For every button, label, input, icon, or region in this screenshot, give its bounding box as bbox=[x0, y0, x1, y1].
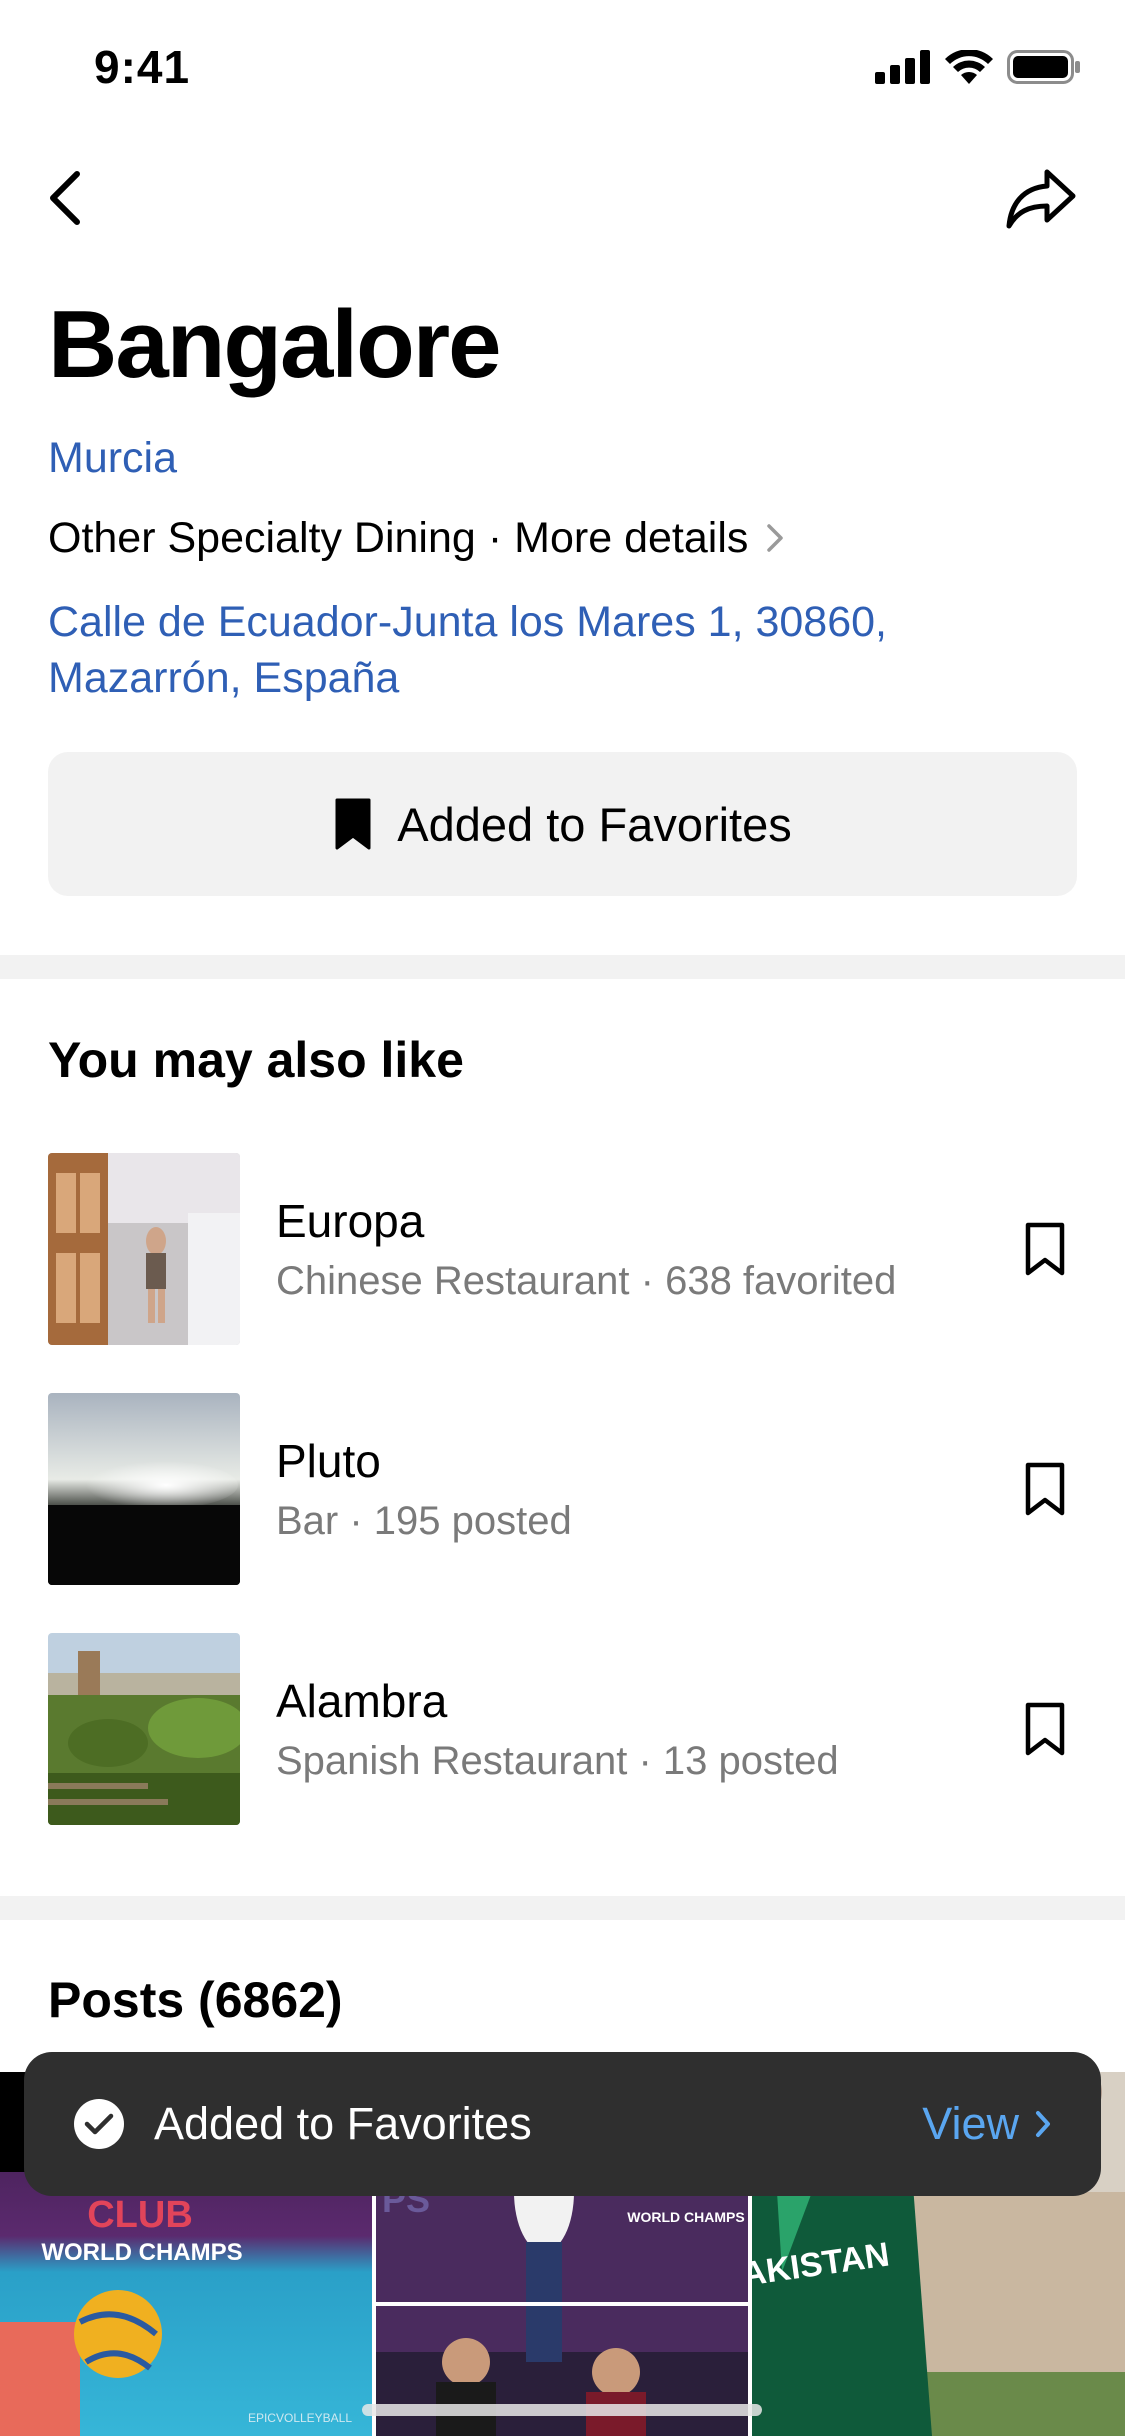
bookmark-button[interactable] bbox=[1005, 1689, 1085, 1769]
place-category-row[interactable]: Other Specialty Dining · More details bbox=[48, 512, 784, 564]
chevron-left-icon bbox=[50, 171, 80, 225]
bookmark-outline-icon bbox=[1025, 1222, 1065, 1276]
status-bar: 9:41 bbox=[0, 0, 1125, 140]
bookmark-outline-icon bbox=[1025, 1462, 1065, 1516]
bookmark-button[interactable] bbox=[1005, 1449, 1085, 1529]
favorite-button-label: Added to Favorites bbox=[397, 797, 792, 851]
battery-icon bbox=[1007, 50, 1080, 84]
suggestion-name: Pluto bbox=[276, 1435, 381, 1487]
section-divider bbox=[0, 1896, 1125, 1920]
place-category: Other Specialty Dining bbox=[48, 514, 476, 562]
status-icons bbox=[875, 50, 1081, 84]
suggestion-thumbnail bbox=[48, 1633, 240, 1825]
place-address-link[interactable]: Calle de Ecuador-Junta los Mares 1, 3086… bbox=[48, 594, 1048, 706]
bookmark-outline-icon bbox=[1025, 1702, 1065, 1756]
suggestions-title: You may also like bbox=[48, 1032, 464, 1088]
chevron-right-icon bbox=[1036, 2111, 1050, 2137]
post-text: WORLD CHAMPS bbox=[627, 2209, 744, 2225]
home-indicator[interactable] bbox=[362, 2404, 762, 2416]
chevron-right-icon bbox=[766, 523, 784, 553]
post-text: WORLD CHAMPS bbox=[41, 2239, 242, 2266]
favorite-button[interactable]: Added to Favorites bbox=[48, 752, 1077, 896]
separator: · bbox=[487, 514, 503, 562]
place-title: Bangalore bbox=[48, 291, 501, 398]
back-button[interactable] bbox=[40, 165, 90, 231]
toast-view-label: View bbox=[922, 2098, 1019, 2149]
section-divider bbox=[0, 955, 1125, 979]
toast-view-button[interactable]: View bbox=[922, 2098, 1051, 2150]
favorites-toast: Added to Favorites View bbox=[24, 2052, 1101, 2196]
suggestion-name: Alambra bbox=[276, 1675, 448, 1727]
post-caption: EPICVOLLEYBALL bbox=[248, 2411, 352, 2425]
share-arrow-icon bbox=[1006, 169, 1076, 229]
wifi-icon bbox=[945, 50, 993, 84]
checkmark-circle-icon bbox=[74, 2099, 124, 2149]
place-city-link[interactable]: Murcia bbox=[48, 432, 177, 484]
suggestion-thumbnail bbox=[48, 1153, 240, 1345]
more-details-link[interactable]: More details bbox=[514, 512, 748, 564]
suggestion-thumbnail bbox=[48, 1393, 240, 1585]
suggestion-meta: Spanish Restaurant · 13 posted bbox=[276, 1739, 839, 1783]
suggestion-meta: Bar · 195 posted bbox=[276, 1499, 572, 1543]
suggestion-name: Europa bbox=[276, 1195, 425, 1247]
posts-title: Posts (6862) bbox=[48, 1972, 343, 2028]
share-button[interactable] bbox=[1001, 160, 1081, 236]
suggestion-meta: Chinese Restaurant · 638 favorited bbox=[276, 1259, 897, 1303]
suggestion-item[interactable]: Europa Chinese Restaurant · 638 favorite… bbox=[0, 1153, 1125, 1345]
toast-message: Added to Favorites bbox=[154, 2098, 532, 2149]
suggestion-item[interactable]: Pluto Bar · 195 posted bbox=[0, 1393, 1125, 1585]
bookmark-filled-icon bbox=[335, 798, 371, 850]
bookmark-button[interactable] bbox=[1005, 1209, 1085, 1289]
suggestion-item[interactable]: Alambra Spanish Restaurant · 13 posted bbox=[0, 1633, 1125, 1825]
status-time: 9:41 bbox=[94, 41, 191, 93]
cellular-signal-icon bbox=[875, 50, 930, 84]
post-text: CLUB bbox=[87, 2194, 193, 2236]
